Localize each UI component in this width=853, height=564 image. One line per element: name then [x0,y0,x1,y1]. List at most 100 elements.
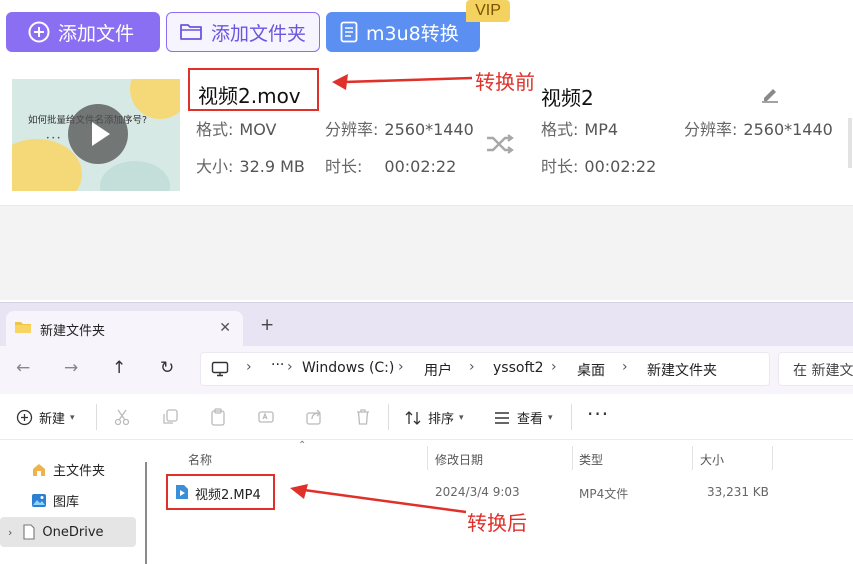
chevron-down-icon: ▾ [548,412,553,423]
edit-pencil-icon[interactable] [760,86,780,108]
breadcrumb-item[interactable]: 新建文件夹 [647,360,717,380]
chevron-right-icon: › [287,359,293,375]
thumbnail-subtitle: • • • [46,135,61,142]
column-header-name[interactable]: 名称 [188,451,212,468]
column-header-size[interactable]: 大小 [700,451,724,468]
more-options-button[interactable]: ··· [587,402,609,426]
annotation-arrow-before [332,74,473,90]
output-file-name[interactable]: 视频2 [541,82,594,111]
nav-item-gallery[interactable]: 图库 [0,485,136,515]
column-divider[interactable] [572,446,573,470]
chevron-down-icon: ▾ [459,412,464,423]
m3u8-convert-label: m3u8转换 [366,22,459,45]
divider [96,404,97,430]
refresh-icon[interactable]: ↻ [160,358,174,378]
copy-icon[interactable] [161,408,179,430]
breadcrumb-item[interactable]: 桌面 [577,360,605,380]
column-divider[interactable] [427,446,428,470]
delete-icon[interactable] [354,408,372,430]
breadcrumb-item[interactable]: Windows (C:) [302,360,394,376]
tab-new-folder[interactable]: 新建文件夹 ✕ [6,311,243,347]
thumbnail-decoration [100,161,170,191]
video-thumbnail[interactable]: 如何批量给文件名添加序号? • • • [12,79,180,191]
annotation-after-label: 转换后 [467,511,527,535]
output-duration-label: 时长: [541,157,579,176]
shuffle-convert-icon [485,134,515,158]
play-icon[interactable] [68,104,128,164]
tab-title: 新建文件夹 [40,323,106,339]
converter-scrollbar[interactable] [848,118,852,168]
source-file-name: 视频2.mov [198,84,301,108]
nav-item-label: 主文件夹 [53,463,106,479]
sort-indicator-icon: ⌃ [298,440,307,451]
breadcrumb-item[interactable]: yssoft2 [493,360,544,376]
nav-item-label: OneDrive [42,524,104,540]
output-resolution-value: 2560*1440 [743,120,833,139]
up-arrow-icon[interactable]: ↑ [112,358,126,378]
share-icon[interactable] [305,408,323,430]
add-file-label: 添加文件 [58,22,135,45]
source-duration-value: 00:02:22 [384,157,457,176]
sort-button[interactable]: 排序 ▾ [404,408,464,427]
search-input[interactable]: 在 新建文 [778,352,853,386]
source-duration: 时长: 00:02:22 [325,153,456,177]
add-folder-label: 添加文件夹 [211,22,307,45]
m3u8-convert-button[interactable]: m3u8转换 [326,12,480,52]
source-size-value: 32.9 MB [239,157,305,176]
close-tab-icon[interactable]: ✕ [219,320,231,336]
command-bar: 新建 ▾ 排序 ▾ 查看 ▾ ··· [0,394,853,440]
sort-icon [404,410,422,426]
converter-file-list: 如何批量给文件名添加序号? • • • 视频2.mov 格式: MOV 分辨率: 2… [0,68,853,300]
output-format-value: MP4 [584,120,619,139]
cut-icon[interactable] [113,408,131,430]
rename-icon[interactable] [257,408,275,430]
source-size-label: 大小: [196,157,234,176]
document-icon [22,524,36,540]
source-format: 格式: MOV [196,116,276,140]
file-name[interactable]: 视频2.MP4 [195,484,261,503]
chevron-right-icon[interactable]: › [8,526,12,539]
output-duration-value: 00:02:22 [584,157,657,176]
output-format-label: 格式: [541,120,579,139]
divider [571,404,572,430]
breadcrumb-item[interactable]: 用户 [424,360,452,380]
new-tab-button[interactable]: + [260,315,274,335]
nav-pane-scrollbar[interactable] [145,462,147,564]
back-arrow-icon[interactable]: ← [16,358,30,378]
column-divider[interactable] [772,446,773,470]
view-list-icon [493,411,511,425]
chevron-right-icon: › [398,359,404,375]
column-header-modified[interactable]: 修改日期 [435,451,483,468]
navigation-pane: 主文件夹 图库 › OneDrive [0,440,145,564]
add-folder-button[interactable]: 添加文件夹 [166,12,320,52]
source-resolution: 分辨率: 2560*1440 [325,116,474,140]
folder-icon [179,22,203,42]
add-file-button[interactable]: 添加文件 [6,12,160,52]
nav-item-onedrive[interactable]: › OneDrive [0,517,136,547]
new-button[interactable]: 新建 ▾ [16,408,75,427]
folder-icon [14,320,32,338]
breadcrumb[interactable]: › ··· › Windows (C:) › 用户 › yssoft2 › 桌面… [200,352,770,386]
chevron-down-icon: ▾ [70,412,75,423]
nav-item-home[interactable]: 主文件夹 [0,454,136,484]
chevron-right-icon: › [469,359,475,375]
breadcrumb-overflow[interactable]: ··· [271,357,284,373]
home-icon [31,462,47,477]
column-header-type[interactable]: 类型 [579,451,603,468]
source-format-label: 格式: [196,120,234,139]
source-resolution-value: 2560*1440 [384,120,474,139]
converter-toolbar: 添加文件 添加文件夹 m3u8转换 VIP [0,0,853,68]
column-divider[interactable] [692,446,693,470]
paste-icon[interactable] [209,408,227,430]
video-file-icon [175,484,189,504]
sort-button-label: 排序 [428,412,455,427]
view-button-label: 查看 [517,412,544,427]
output-duration: 时长: 00:02:22 [541,153,656,177]
forward-arrow-icon[interactable]: → [64,358,78,378]
output-resolution: 分辨率: 2560*1440 [684,116,833,140]
plus-circle-icon [28,21,50,43]
output-format: 格式: MP4 [541,116,618,140]
view-button[interactable]: 查看 ▾ [493,408,553,427]
output-resolution-label: 分辨率: [684,120,738,139]
gallery-icon [31,493,47,508]
